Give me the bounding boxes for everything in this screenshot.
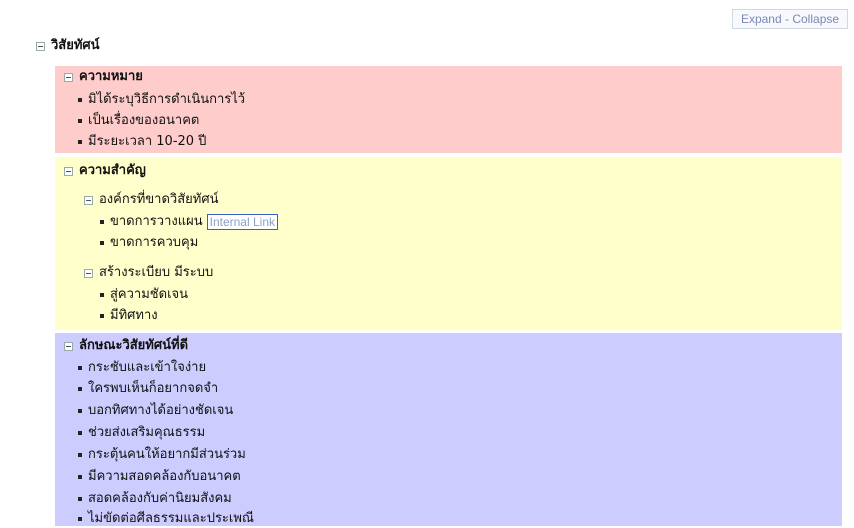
bullet-icon xyxy=(100,241,104,245)
list-item: มิได้ระบุวิธีการดำเนินการไว้ xyxy=(78,91,245,109)
bullet-icon xyxy=(78,98,82,102)
collapse-link[interactable]: Collapse xyxy=(792,12,839,26)
list-item-label: กระตุ้นคนให้อยากมีส่วนร่วม xyxy=(88,447,246,462)
list-item-label: เป็นเรื่องของอนาคต xyxy=(88,113,200,128)
list-item-label: ขาดการควบคุม xyxy=(110,235,199,250)
list-item-label: สอดคล้องกับค่านิยมสังคม xyxy=(88,491,232,506)
expand-link[interactable]: Expand xyxy=(741,12,782,26)
list-item-label: ขาดการวางแผน xyxy=(110,214,203,229)
list-item-label: สู่ความชัดเจน xyxy=(110,287,189,302)
list-item-label: มีทิศทาง xyxy=(110,308,158,323)
list-item: สอดคล้องกับค่านิยมสังคม xyxy=(78,490,232,508)
collapse-toggle-icon[interactable] xyxy=(64,341,73,351)
list-item: กระชับและเข้าใจง่าย xyxy=(78,359,206,377)
section-good-header: ลักษณะวิสัยทัศน์ที่ดี xyxy=(64,337,188,355)
list-item-label: กระชับและเข้าใจง่าย xyxy=(88,360,207,375)
subsection-title: องค์กรที่ขาดวิสัยทัศน์ xyxy=(99,192,219,207)
list-item: กระตุ้นคนให้อยากมีส่วนร่วม xyxy=(78,446,246,464)
bullet-icon xyxy=(78,366,82,370)
bullet-icon xyxy=(100,220,104,224)
root-label: วิสัยทัศน์ xyxy=(51,38,100,53)
list-item: ขาดการควบคุม xyxy=(100,234,198,252)
collapse-toggle-icon[interactable] xyxy=(64,72,73,82)
collapse-toggle-icon[interactable] xyxy=(84,268,93,278)
list-item-label: มีความสอดคล้องกับอนาคต xyxy=(88,469,241,484)
list-item-label: ช่วยส่งเสริมคุณธรรม xyxy=(88,425,206,440)
list-item: บอกทิศทางได้อย่างชัดเจน xyxy=(78,402,233,420)
list-item: เป็นเรื่องของอนาคต xyxy=(78,112,199,130)
bullet-icon xyxy=(78,119,82,123)
list-item-label: มิได้ระบุวิธีการดำเนินการไว้ xyxy=(88,92,246,107)
toolbar-separator: - xyxy=(785,12,789,26)
bullet-icon xyxy=(78,497,82,501)
list-item: มีทิศทาง xyxy=(100,307,158,325)
list-item-label: มีระยะเวลา 10-20 ปี xyxy=(88,134,207,149)
bullet-icon xyxy=(78,140,82,144)
list-item: ใครพบเห็นก็อยากจดจำ xyxy=(78,380,218,398)
bullet-icon xyxy=(78,409,82,413)
internal-link[interactable]: Internal Link xyxy=(206,214,278,230)
collapse-toggle-icon[interactable] xyxy=(84,195,93,205)
list-item: มีความสอดคล้องกับอนาคต xyxy=(78,468,241,486)
list-item-label: บอกทิศทางได้อย่างชัดเจน xyxy=(88,403,234,418)
list-item-label: ไม่ขัดต่อศีลธรรมและประเพณี xyxy=(88,511,254,526)
collapse-toggle-icon[interactable] xyxy=(36,41,45,51)
tree-root: วิสัยทัศน์ xyxy=(36,37,100,55)
bullet-icon xyxy=(100,314,104,318)
list-item: สู่ความชัดเจน xyxy=(100,286,188,304)
list-item-label: ใครพบเห็นก็อยากจดจำ xyxy=(88,381,219,396)
bullet-icon xyxy=(78,387,82,391)
expand-collapse-toolbar: Expand - Collapse xyxy=(732,9,848,29)
list-item: มีระยะเวลา 10-20 ปี xyxy=(78,133,206,151)
section-meaning-header: ความหมาย xyxy=(64,68,143,86)
list-item: ไม่ขัดต่อศีลธรรมและประเพณี xyxy=(78,510,254,528)
bullet-icon xyxy=(78,453,82,457)
section-title: ความสำคัญ xyxy=(79,163,146,178)
bullet-icon xyxy=(78,517,82,521)
subsection-org-header: องค์กรที่ขาดวิสัยทัศน์ xyxy=(84,191,218,209)
collapse-toggle-icon[interactable] xyxy=(64,166,73,176)
list-item: ขาดการวางแผน Internal Link xyxy=(100,213,278,231)
section-title: ความหมาย xyxy=(79,69,143,84)
subsection-system-header: สร้างระเบียบ มีระบบ xyxy=(84,264,213,282)
bullet-icon xyxy=(78,475,82,479)
subsection-title: สร้างระเบียบ มีระบบ xyxy=(99,265,214,280)
bullet-icon xyxy=(78,431,82,435)
section-title: ลักษณะวิสัยทัศน์ที่ดี xyxy=(79,338,189,353)
list-item: ช่วยส่งเสริมคุณธรรม xyxy=(78,424,205,442)
section-importance-header: ความสำคัญ xyxy=(64,162,146,180)
bullet-icon xyxy=(100,293,104,297)
